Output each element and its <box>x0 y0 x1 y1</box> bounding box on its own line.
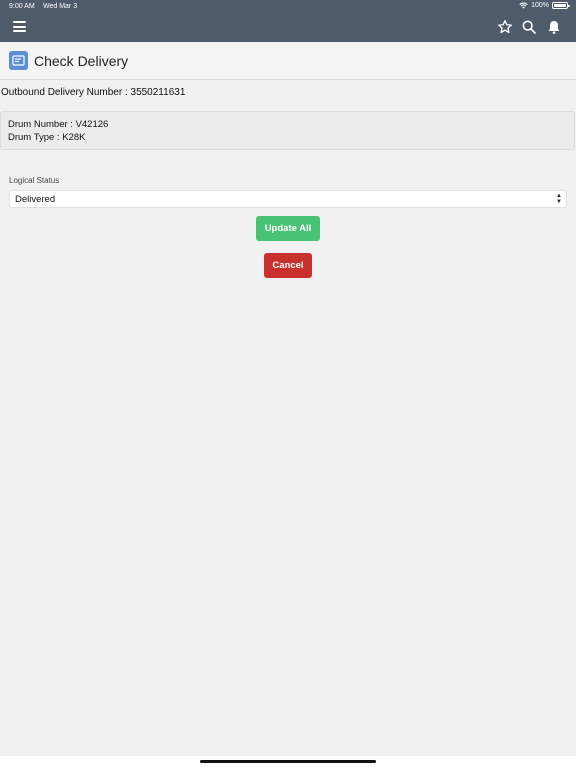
menu-icon[interactable] <box>13 21 26 32</box>
status-bar: 9:00 AM Wed Mar 3 100% <box>0 0 576 14</box>
logical-status-value: Delivered <box>15 194 56 205</box>
status-time: 9:00 AM <box>9 3 35 10</box>
search-icon[interactable] <box>521 19 537 35</box>
bell-icon[interactable] <box>546 19 562 35</box>
page-header: Check Delivery <box>0 42 576 80</box>
battery-icon <box>552 2 570 9</box>
page-title: Check Delivery <box>34 53 129 69</box>
record-icon <box>9 51 28 70</box>
home-indicator[interactable] <box>200 760 376 763</box>
logical-status-select[interactable]: Delivered ▲ ▼ <box>9 190 567 208</box>
drum-number: Drum Number : V42126 <box>8 119 109 130</box>
status-date: Wed Mar 3 <box>43 3 78 10</box>
drum-type: Drum Type : K28K <box>8 131 86 143</box>
outbound-delivery-number: Outbound Delivery Number : 3550211631 <box>1 87 186 98</box>
update-all-button[interactable]: Update All <box>256 216 320 241</box>
wifi-icon <box>519 2 528 9</box>
logical-status-label: Logical Status <box>9 176 60 185</box>
nav-bar <box>0 14 576 42</box>
drum-card: Drum Number : V42126 Drum Type : K28K <box>0 111 575 150</box>
battery-percent: 100% <box>531 2 549 9</box>
select-arrows-icon: ▲ ▼ <box>556 193 562 205</box>
status-right: 100% <box>519 2 570 9</box>
home-indicator-area <box>0 756 576 768</box>
cancel-button[interactable]: Cancel <box>264 253 312 278</box>
star-icon[interactable] <box>497 19 513 35</box>
